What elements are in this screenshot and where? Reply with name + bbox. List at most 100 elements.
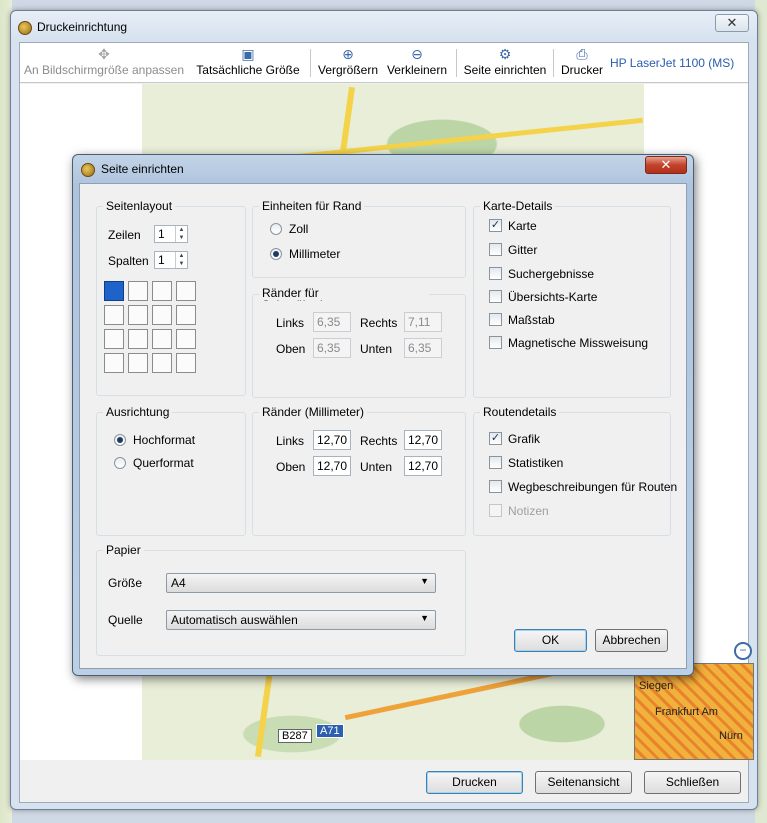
layout-grid-cell[interactable] bbox=[176, 329, 196, 349]
map-details-item-label[interactable]: Maßstab bbox=[508, 313, 555, 327]
page-setup-button[interactable]: ⚙ Seite einrichten bbox=[462, 45, 548, 81]
actual-size-button[interactable]: ▣ Tatsächliche Größe bbox=[192, 45, 304, 81]
overview-map-checkbox[interactable] bbox=[489, 290, 502, 303]
search-results-checkbox[interactable] bbox=[489, 267, 502, 280]
layout-grid-cell[interactable] bbox=[152, 305, 172, 325]
units-inch-radio[interactable] bbox=[270, 223, 282, 235]
margins-legend: Ränder (Millimeter) bbox=[259, 405, 368, 419]
statistics-checkbox[interactable] bbox=[489, 456, 502, 469]
route-details-item-label[interactable]: Notizen bbox=[508, 504, 549, 518]
map-details-legend: Karte-Details bbox=[480, 199, 556, 213]
layout-grid-cell[interactable] bbox=[128, 329, 148, 349]
columns-spinner[interactable]: 1 ▲ ▼ bbox=[154, 251, 188, 269]
margin-bottom-field[interactable]: 12,70 bbox=[404, 456, 442, 476]
window-title: Druckeinrichtung bbox=[37, 20, 128, 34]
grid-checkbox[interactable] bbox=[489, 243, 502, 256]
scale-checkbox[interactable] bbox=[489, 313, 502, 326]
dialog-logo-icon bbox=[81, 163, 95, 177]
cancel-button[interactable]: Abbrechen bbox=[595, 629, 668, 652]
orientation-group: Ausrichtung Hochformat Querformat bbox=[96, 405, 246, 536]
layout-grid-cell[interactable] bbox=[176, 305, 196, 325]
layout-grid-cell[interactable] bbox=[152, 281, 172, 301]
page-layout-legend: Seitenlayout bbox=[103, 199, 176, 213]
margin-top-field[interactable]: 12,70 bbox=[313, 456, 351, 476]
spin-up-icon[interactable]: ▲ bbox=[176, 252, 187, 260]
mini-map-label: Nürn bbox=[719, 730, 743, 742]
overlap-margins-legend: Ränder für Seitenüberlagerung (Millimete… bbox=[259, 287, 429, 301]
layout-grid-cell[interactable] bbox=[176, 353, 196, 373]
graphic-checkbox[interactable]: ✓ bbox=[489, 432, 502, 445]
fit-to-screen-label: An Bildschirmgröße anpassen bbox=[23, 63, 185, 77]
directions-checkbox[interactable] bbox=[489, 480, 502, 493]
layout-grid-cell[interactable] bbox=[104, 353, 124, 373]
preview-button[interactable]: Seitenansicht bbox=[535, 771, 632, 794]
road-label-b287: B287 bbox=[278, 729, 312, 743]
map-details-item-label[interactable]: Übersichts-Karte bbox=[508, 290, 597, 304]
landscape-radio[interactable] bbox=[114, 457, 126, 469]
printer-name: HP LaserJet 1100 (MS) bbox=[610, 56, 735, 70]
route-details-item-label[interactable]: Grafik bbox=[508, 432, 540, 446]
ok-button[interactable]: OK bbox=[514, 629, 587, 652]
zoom-in-button[interactable]: ⊕ Vergrößern bbox=[316, 45, 380, 81]
fit-to-screen-button[interactable]: ✥ An Bildschirmgröße anpassen bbox=[22, 45, 186, 81]
layout-grid-cell[interactable] bbox=[104, 305, 124, 325]
layout-grid-cell[interactable] bbox=[104, 281, 124, 301]
paper-source-dropdown[interactable]: Automatisch auswählen ▼ bbox=[166, 610, 436, 630]
units-mm-radio[interactable] bbox=[270, 248, 282, 260]
printer-button[interactable]: ⎙ Drucker bbox=[559, 45, 605, 81]
layout-grid-cell[interactable] bbox=[128, 353, 148, 373]
overlap-margins-group: Ränder für Seitenüberlagerung (Millimete… bbox=[252, 287, 466, 398]
layout-grid-cell[interactable] bbox=[152, 329, 172, 349]
toolbar-separator bbox=[456, 49, 457, 77]
portrait-radio[interactable] bbox=[114, 434, 126, 446]
layout-grid-cell[interactable] bbox=[128, 281, 148, 301]
rows-label: Zeilen bbox=[108, 228, 141, 242]
app-logo-icon bbox=[18, 21, 32, 35]
zoom-out-button[interactable]: ⊖ Verkleinern bbox=[384, 45, 450, 81]
dialog-close-button[interactable]: ✕ bbox=[645, 156, 687, 174]
columns-label: Spalten bbox=[108, 254, 149, 268]
zoom-icon[interactable]: − bbox=[734, 642, 752, 660]
map-checkbox[interactable]: ✓ bbox=[489, 219, 502, 232]
overlap-right-field[interactable]: 7,11 bbox=[404, 312, 442, 332]
route-details-item-label[interactable]: Statistiken bbox=[508, 456, 563, 470]
spin-up-icon[interactable]: ▲ bbox=[176, 226, 187, 234]
zoom-out-icon: ⊖ bbox=[411, 46, 423, 62]
window-close-button[interactable]: ✕ bbox=[715, 14, 749, 32]
paper-size-label: Größe bbox=[108, 576, 143, 590]
overlap-left-field[interactable]: 6,35 bbox=[313, 312, 351, 332]
close-icon: ✕ bbox=[660, 157, 672, 172]
columns-value: 1 bbox=[158, 253, 165, 267]
route-details-item-label[interactable]: Wegbeschreibungen für Routen bbox=[508, 480, 677, 494]
landscape-label[interactable]: Querformat bbox=[133, 456, 194, 470]
printer-icon: ⎙ bbox=[576, 46, 588, 62]
zoom-in-icon: ⊕ bbox=[342, 46, 354, 62]
paper-size-dropdown[interactable]: A4 ▼ bbox=[166, 573, 436, 593]
spin-down-icon[interactable]: ▼ bbox=[176, 260, 187, 268]
layout-grid-cell[interactable] bbox=[176, 281, 196, 301]
magnetic-declination-checkbox[interactable] bbox=[489, 336, 502, 349]
dialog-title: Seite einrichten bbox=[101, 162, 184, 176]
units-mm-label[interactable]: Millimeter bbox=[289, 247, 340, 261]
portrait-label[interactable]: Hochformat bbox=[133, 433, 195, 447]
close-button[interactable]: Schließen bbox=[644, 771, 741, 794]
margin-left-field[interactable]: 12,70 bbox=[313, 430, 351, 450]
map-details-item-label[interactable]: Karte bbox=[508, 219, 537, 233]
margin-right-field[interactable]: 12,70 bbox=[404, 430, 442, 450]
units-inch-label[interactable]: Zoll bbox=[289, 222, 308, 236]
rows-spinner[interactable]: 1 ▲ ▼ bbox=[154, 225, 188, 243]
overlap-bottom-field[interactable]: 6,35 bbox=[404, 338, 442, 358]
route-details-group: Routendetails ✓ Grafik Statistiken Wegbe… bbox=[473, 405, 677, 536]
spin-down-icon[interactable]: ▼ bbox=[176, 234, 187, 242]
toolbar-separator bbox=[553, 49, 554, 77]
map-details-group: Karte-Details ✓ Karte Gitter Suchergebni… bbox=[473, 199, 671, 398]
overlap-top-field[interactable]: 6,35 bbox=[313, 338, 351, 358]
print-button[interactable]: Drucken bbox=[426, 771, 523, 794]
notes-checkbox[interactable] bbox=[489, 504, 502, 517]
map-details-item-label[interactable]: Gitter bbox=[508, 243, 537, 257]
layout-grid-cell[interactable] bbox=[128, 305, 148, 325]
map-details-item-label[interactable]: Magnetische Missweisung bbox=[508, 336, 648, 350]
layout-grid-cell[interactable] bbox=[152, 353, 172, 373]
layout-grid-cell[interactable] bbox=[104, 329, 124, 349]
map-details-item-label[interactable]: Suchergebnisse bbox=[508, 267, 594, 281]
